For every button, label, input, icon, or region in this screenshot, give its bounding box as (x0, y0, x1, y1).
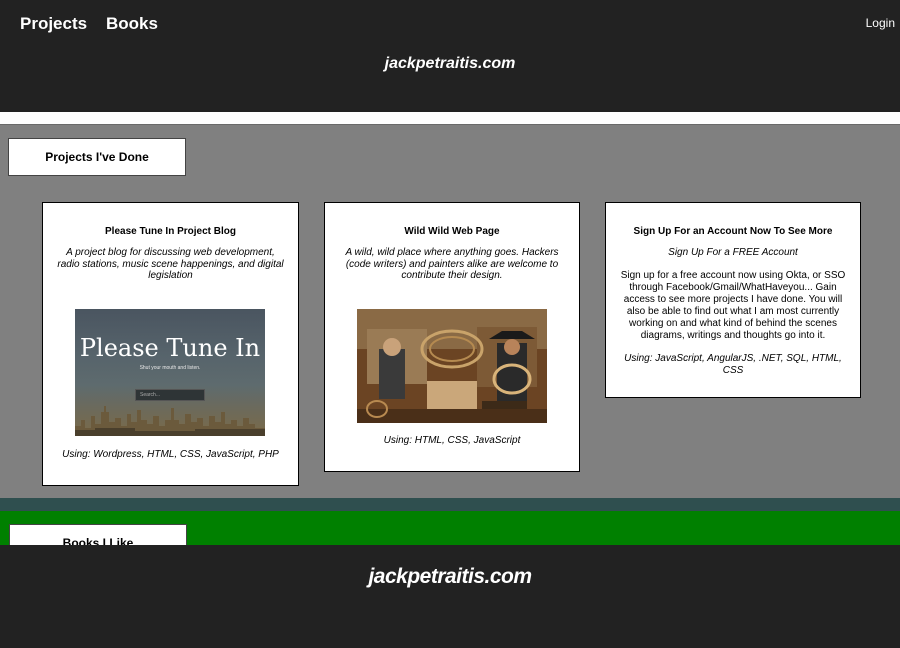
site-header: Projects Books Login jackpetraitis.com (0, 0, 900, 112)
projects-section: Projects I've Done Please Tune In Projec… (0, 124, 900, 498)
card-tech-stack: Using: HTML, CSS, JavaScript (383, 435, 521, 446)
section-divider (0, 498, 900, 511)
books-section: Books I Like (0, 511, 900, 554)
site-title: jackpetraitis.com (384, 55, 516, 72)
signup-body-text: Sign up for a free account now using Okt… (620, 269, 846, 341)
card-title: Please Tune In Project Blog (105, 226, 236, 237)
thumbnail-headline: Please Tune In (79, 334, 261, 362)
card-description: A wild, wild place where anything goes. … (345, 247, 559, 281)
projects-section-title[interactable]: Projects I've Done (8, 138, 186, 176)
signup-subtitle[interactable]: Sign Up For a FREE Account (620, 247, 846, 259)
card-title: Wild Wild Web Page (404, 226, 500, 237)
signup-promo-card[interactable]: Sign Up For an Account Now To See More S… (605, 202, 861, 398)
card-tech-stack: Using: JavaScript, AngularJS, .NET, SQL,… (624, 352, 842, 376)
footer-title: jackpetraitis.com (368, 565, 532, 588)
card-description: A project blog for discussing web develo… (57, 247, 284, 281)
project-card-please-tune-in[interactable]: Please Tune In Project Blog A project bl… (42, 202, 299, 486)
card-title: Sign Up For an Account Now To See More (633, 226, 833, 237)
please-tune-in-screenshot[interactable]: Please Tune In Shut your mouth and liste… (75, 309, 265, 436)
thumbnail-subtitle: Shut your mouth and listen. (139, 365, 201, 371)
card-tech-stack: Using: Wordpress, HTML, CSS, JavaScript,… (62, 449, 279, 460)
login-link[interactable]: Login (866, 16, 895, 30)
project-card-wild-wild-web[interactable]: Wild Wild Web Page A wild, wild place wh… (324, 202, 580, 472)
wild-west-collage-image[interactable] (357, 309, 547, 423)
nav-books-link[interactable]: Books (106, 14, 158, 34)
nav-projects-link[interactable]: Projects (20, 14, 87, 34)
site-footer: jackpetraitis.com (0, 545, 900, 648)
wild-west-collage-art (357, 309, 547, 423)
thumbnail-search-box: Search... (135, 389, 205, 401)
city-skyline-image (75, 406, 265, 436)
